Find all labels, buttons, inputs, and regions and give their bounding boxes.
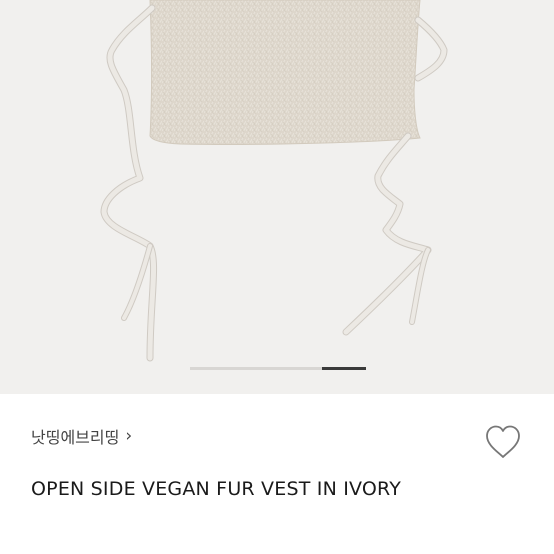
product-title: OPEN SIDE VEGAN FUR VEST IN IVORY [31,478,402,500]
brand-name: 낫띵에브리띵 [31,428,120,447]
chevron-right-icon: › [125,425,133,446]
vest-photo [100,0,448,362]
carousel-indicator-active [322,367,366,370]
brand-link[interactable]: 낫띵에브리띵 › [31,424,132,448]
product-image[interactable] [0,0,554,394]
carousel-indicator [190,367,366,370]
product-info: 낫띵에브리띵 › OPEN SIDE VEGAN FUR VEST IN IVO… [0,394,554,554]
wishlist-heart-icon[interactable] [484,424,522,460]
